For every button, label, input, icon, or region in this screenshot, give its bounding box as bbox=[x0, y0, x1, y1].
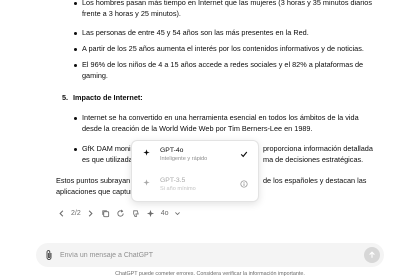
section-title: Impacto de Internet: bbox=[73, 93, 143, 102]
list-item: Internet se ha convertido en una herrami… bbox=[82, 113, 359, 122]
regenerate-icon[interactable] bbox=[116, 208, 126, 218]
message-input[interactable] bbox=[60, 247, 350, 263]
list-item-cont: desde la creación de la World Wide Web p… bbox=[82, 124, 313, 133]
summary-text-right: de los españoles y destacan las bbox=[263, 176, 367, 185]
message-actions: 2/2 4o bbox=[56, 207, 181, 219]
list-item-cont: frente a 3 horas y 25 minutos). bbox=[82, 9, 181, 18]
model-option-name: GPT-4o bbox=[160, 147, 184, 154]
list-item: Las personas de entre 45 y 54 años son l… bbox=[82, 28, 309, 37]
list-item-partial-cont-right: ma de decisiones estratégicas. bbox=[263, 155, 364, 164]
list-item-partial-right: proporciona información detallada bbox=[263, 144, 373, 153]
model-option-gpt-4o[interactable]: GPT-4o Inteligente y rápido bbox=[132, 142, 258, 172]
arrow-up-icon bbox=[369, 251, 375, 258]
thumbs-down-icon[interactable] bbox=[131, 208, 141, 218]
model-switch-label[interactable]: 4o bbox=[161, 210, 169, 217]
list-item: Los hombres pasan más tiempo en Internet… bbox=[82, 0, 372, 7]
sparkle-icon bbox=[143, 149, 150, 156]
checkmark-icon bbox=[240, 151, 248, 158]
disclaimer-text: ChatGPT puede cometer errores. Considera… bbox=[115, 271, 305, 277]
sparkle-icon bbox=[143, 179, 150, 186]
model-switch-sparkle-icon[interactable] bbox=[146, 208, 156, 218]
model-option-desc: Si año mínimo bbox=[160, 186, 196, 192]
bullet-dot bbox=[74, 148, 77, 151]
chevron-right-icon[interactable] bbox=[86, 208, 96, 218]
message-composer bbox=[36, 243, 384, 267]
chevron-left-icon[interactable] bbox=[56, 208, 66, 218]
send-button[interactable] bbox=[364, 247, 380, 263]
bullet-dot bbox=[74, 64, 77, 67]
summary-text: Estos puntos subrayan l bbox=[56, 176, 134, 185]
model-option-gpt-3-5[interactable]: GPT-3.5 Si año mínimo bbox=[132, 172, 258, 202]
response-pager: 2/2 bbox=[71, 209, 81, 217]
list-item-partial: GfK DAM moni bbox=[82, 144, 131, 153]
model-dropdown: GPT-4o Inteligente y rápido GPT-3.5 Si a… bbox=[131, 140, 259, 202]
copy-icon[interactable] bbox=[101, 208, 111, 218]
list-item-partial-cont: es que utilizada bbox=[82, 155, 133, 164]
bullet-dot bbox=[74, 2, 77, 5]
chevron-down-icon[interactable] bbox=[174, 208, 181, 218]
bullet-dot bbox=[74, 117, 77, 120]
bullet-dot bbox=[74, 48, 77, 51]
list-item-cont: gaming. bbox=[82, 71, 108, 80]
model-option-name: GPT-3.5 bbox=[160, 177, 186, 184]
bullet-dot bbox=[74, 32, 77, 35]
list-item: A partir de los 25 años aumenta el inter… bbox=[82, 44, 364, 53]
attach-paperclip-icon[interactable] bbox=[44, 249, 54, 261]
info-icon[interactable] bbox=[240, 180, 248, 188]
summary-text: aplicaciones que captur bbox=[56, 187, 133, 196]
list-item: El 96% de los niños de 4 a 15 años acced… bbox=[82, 60, 364, 69]
section-number: 5. bbox=[62, 93, 69, 102]
model-option-desc: Inteligente y rápido bbox=[160, 156, 208, 162]
